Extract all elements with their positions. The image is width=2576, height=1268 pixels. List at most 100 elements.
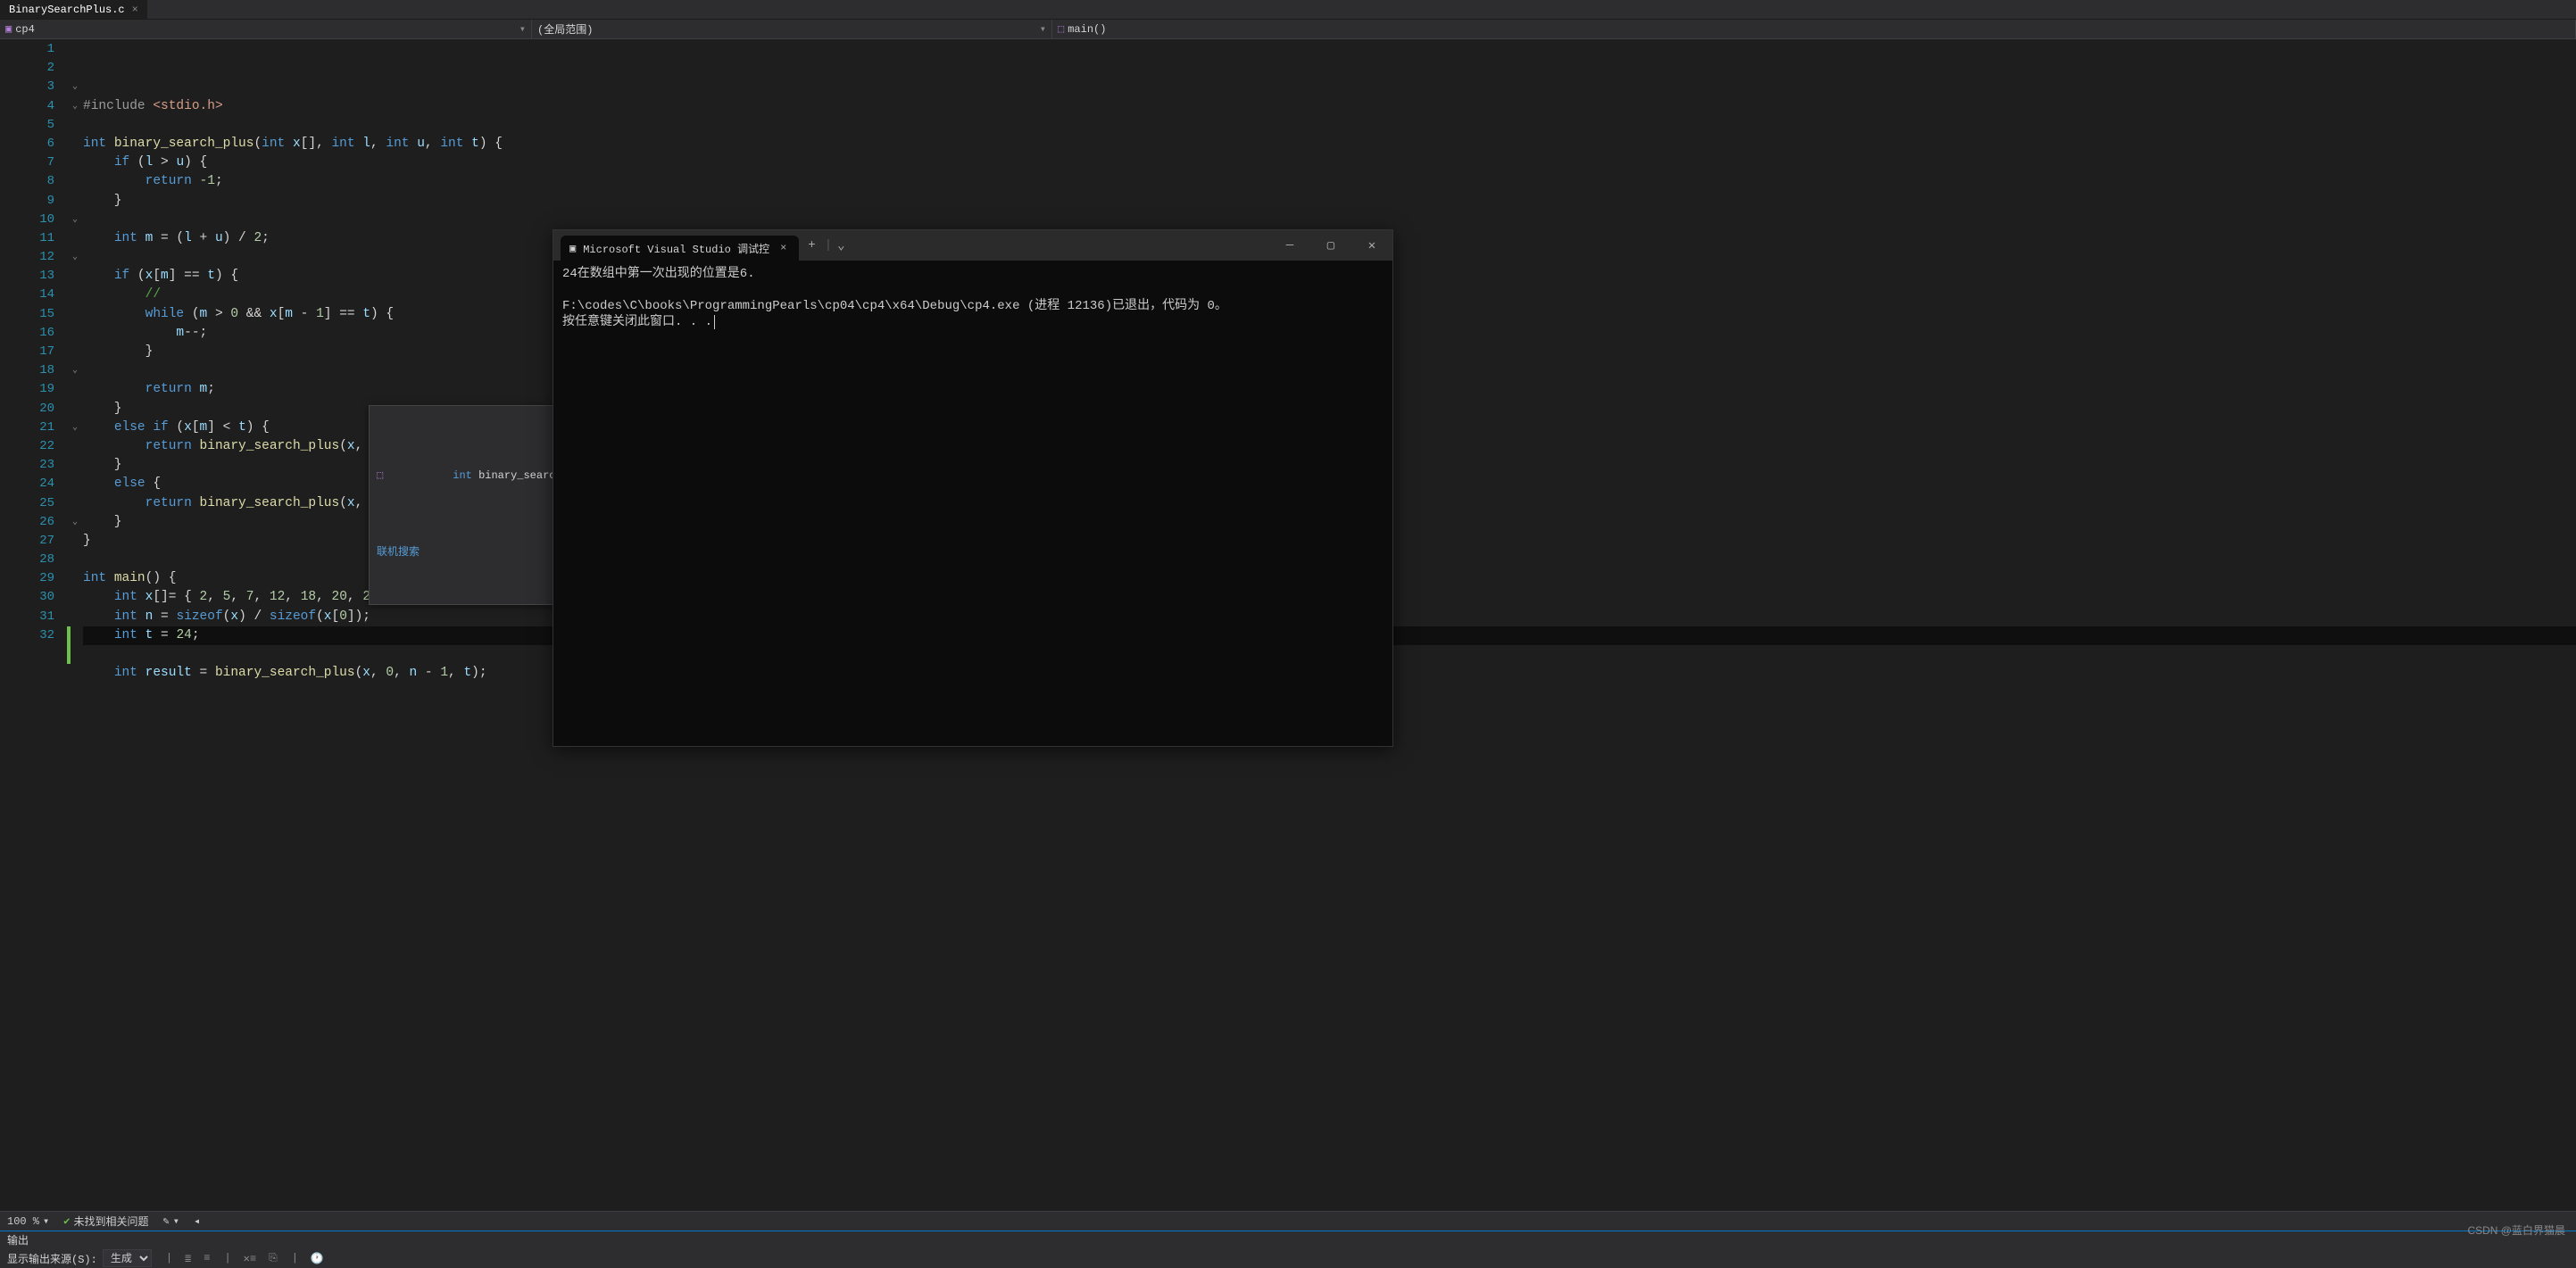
- code-line[interactable]: [83, 211, 2576, 229]
- toolbar-separator: |: [166, 1252, 172, 1264]
- chevron-down-icon[interactable]: ⌄: [832, 238, 850, 253]
- fold-marker: [67, 400, 83, 419]
- new-tab-button[interactable]: +: [799, 238, 824, 253]
- cursor: [714, 315, 722, 329]
- terminal-titlebar[interactable]: ▣ Microsoft Visual Studio 调试控 × + | ⌄ — …: [553, 230, 1392, 261]
- nav-scope[interactable]: (全局范围) ▾: [532, 20, 1052, 38]
- toolbar-icon[interactable]: ✕≡: [244, 1252, 256, 1265]
- tab-filename: BinarySearchPlus.c: [9, 4, 125, 16]
- code-line[interactable]: return -1;: [83, 172, 2576, 191]
- brush-tool[interactable]: ✎ ▾: [163, 1214, 179, 1228]
- code-line[interactable]: if (l > u) {: [83, 153, 2576, 172]
- fold-marker: [67, 380, 83, 399]
- navigation-bar: ▣ cp4 ▾ (全局范围) ▾ ⬚ main(): [0, 20, 2576, 39]
- terminal-line: 24在数组中第一次出现的位置是6.: [562, 267, 755, 281]
- nav-project-label: cp4: [15, 23, 35, 36]
- terminal-body[interactable]: 24在数组中第一次出现的位置是6. F:\codes\C\books\Progr…: [553, 261, 1392, 336]
- fold-marker[interactable]: ⌄: [67, 248, 83, 267]
- line-number: 10: [0, 211, 54, 229]
- code-line[interactable]: int binary_search_plus(int x[], int l, i…: [83, 135, 2576, 153]
- status-bar: 100 % ▾ ✔ 未找到相关问题 ✎ ▾ ◂: [0, 1211, 2576, 1231]
- fold-marker: [67, 494, 83, 513]
- toolbar-icon[interactable]: ≣: [185, 1252, 191, 1265]
- fold-marker: [67, 116, 83, 135]
- zoom-level[interactable]: 100 % ▾: [7, 1214, 49, 1228]
- vs-icon: ▣: [569, 242, 576, 255]
- toolbar-separator: |: [292, 1252, 298, 1264]
- function-icon: ⬚: [377, 467, 383, 485]
- code-line[interactable]: }: [83, 192, 2576, 211]
- fold-marker: [67, 172, 83, 191]
- line-number: 9: [0, 192, 54, 211]
- fold-marker: [67, 267, 83, 286]
- chevron-down-icon: ▾: [43, 1214, 49, 1228]
- close-button[interactable]: ✕: [1351, 230, 1392, 261]
- fold-marker: [67, 532, 83, 551]
- chevron-down-icon: ▾: [519, 22, 526, 36]
- line-number: 11: [0, 229, 54, 248]
- line-number: 22: [0, 437, 54, 456]
- fold-marker[interactable]: ⌄: [67, 419, 83, 437]
- change-marker: [67, 626, 71, 645]
- line-number: 29: [0, 569, 54, 588]
- line-number: 8: [0, 172, 54, 191]
- close-icon[interactable]: ×: [132, 4, 138, 16]
- code-line[interactable]: [83, 116, 2576, 135]
- nav-project[interactable]: ▣ cp4 ▾: [0, 20, 532, 38]
- issues-status[interactable]: ✔ 未找到相关问题: [63, 1214, 148, 1229]
- check-icon: ✔: [63, 1214, 70, 1228]
- nav-function[interactable]: ⬚ main(): [1052, 20, 2576, 38]
- terminal-line: F:\codes\C\books\ProgrammingPearls\cp04\…: [562, 299, 1227, 313]
- tooltip-return-type: int: [453, 469, 478, 482]
- fold-marker[interactable]: ⌄: [67, 513, 83, 532]
- fold-marker: [67, 59, 83, 78]
- fold-marker: [67, 343, 83, 361]
- fold-marker[interactable]: ⌄: [67, 361, 83, 380]
- line-number: 7: [0, 153, 54, 172]
- fold-marker[interactable]: ⌄: [67, 211, 83, 229]
- fold-marker[interactable]: ⌄: [67, 97, 83, 116]
- maximize-button[interactable]: ▢: [1310, 230, 1351, 261]
- fold-marker: [67, 608, 83, 626]
- output-title: 输出: [7, 1232, 29, 1247]
- line-number: 16: [0, 324, 54, 343]
- toolbar-icon[interactable]: ≡: [204, 1252, 210, 1264]
- fold-marker: [67, 229, 83, 248]
- function-icon: ⬚: [1058, 22, 1064, 36]
- clock-icon[interactable]: 🕐: [311, 1252, 324, 1265]
- line-number: 30: [0, 588, 54, 607]
- line-number: 20: [0, 400, 54, 419]
- toolbar-separator: |: [224, 1252, 230, 1264]
- close-icon[interactable]: ×: [777, 242, 790, 254]
- line-number: 28: [0, 551, 54, 569]
- chevron-down-icon: ▾: [173, 1214, 179, 1228]
- line-number: 31: [0, 608, 54, 626]
- fold-marker: [67, 153, 83, 172]
- nav-back[interactable]: ◂: [194, 1214, 200, 1228]
- file-tab[interactable]: BinarySearchPlus.c ×: [0, 0, 147, 19]
- brush-icon: ✎: [163, 1214, 170, 1228]
- fold-marker: [67, 551, 83, 569]
- tab-bar: BinarySearchPlus.c ×: [0, 0, 2576, 20]
- line-number: 13: [0, 267, 54, 286]
- output-source-select[interactable]: 生成: [103, 1249, 152, 1267]
- line-number: 3: [0, 78, 54, 96]
- fold-marker: [67, 40, 83, 59]
- line-number: 23: [0, 456, 54, 475]
- line-number: 6: [0, 135, 54, 153]
- toolbar-icon[interactable]: ⎘: [269, 1252, 278, 1264]
- fold-marker: [67, 456, 83, 475]
- output-source-label: 显示输出来源(S):: [7, 1251, 97, 1266]
- fold-marker[interactable]: ⌄: [67, 78, 83, 96]
- code-line[interactable]: #include <stdio.h>: [83, 97, 2576, 116]
- fold-marker: [67, 286, 83, 304]
- minimize-button[interactable]: —: [1269, 230, 1310, 261]
- line-number: 21: [0, 419, 54, 437]
- line-number: 15: [0, 305, 54, 324]
- fold-marker: [67, 588, 83, 607]
- terminal-window: ▣ Microsoft Visual Studio 调试控 × + | ⌄ — …: [553, 229, 1393, 747]
- line-number: 24: [0, 475, 54, 493]
- output-panel-header[interactable]: 输出: [0, 1231, 2576, 1248]
- line-number: 17: [0, 343, 54, 361]
- terminal-tab[interactable]: ▣ Microsoft Visual Studio 调试控 ×: [561, 236, 799, 261]
